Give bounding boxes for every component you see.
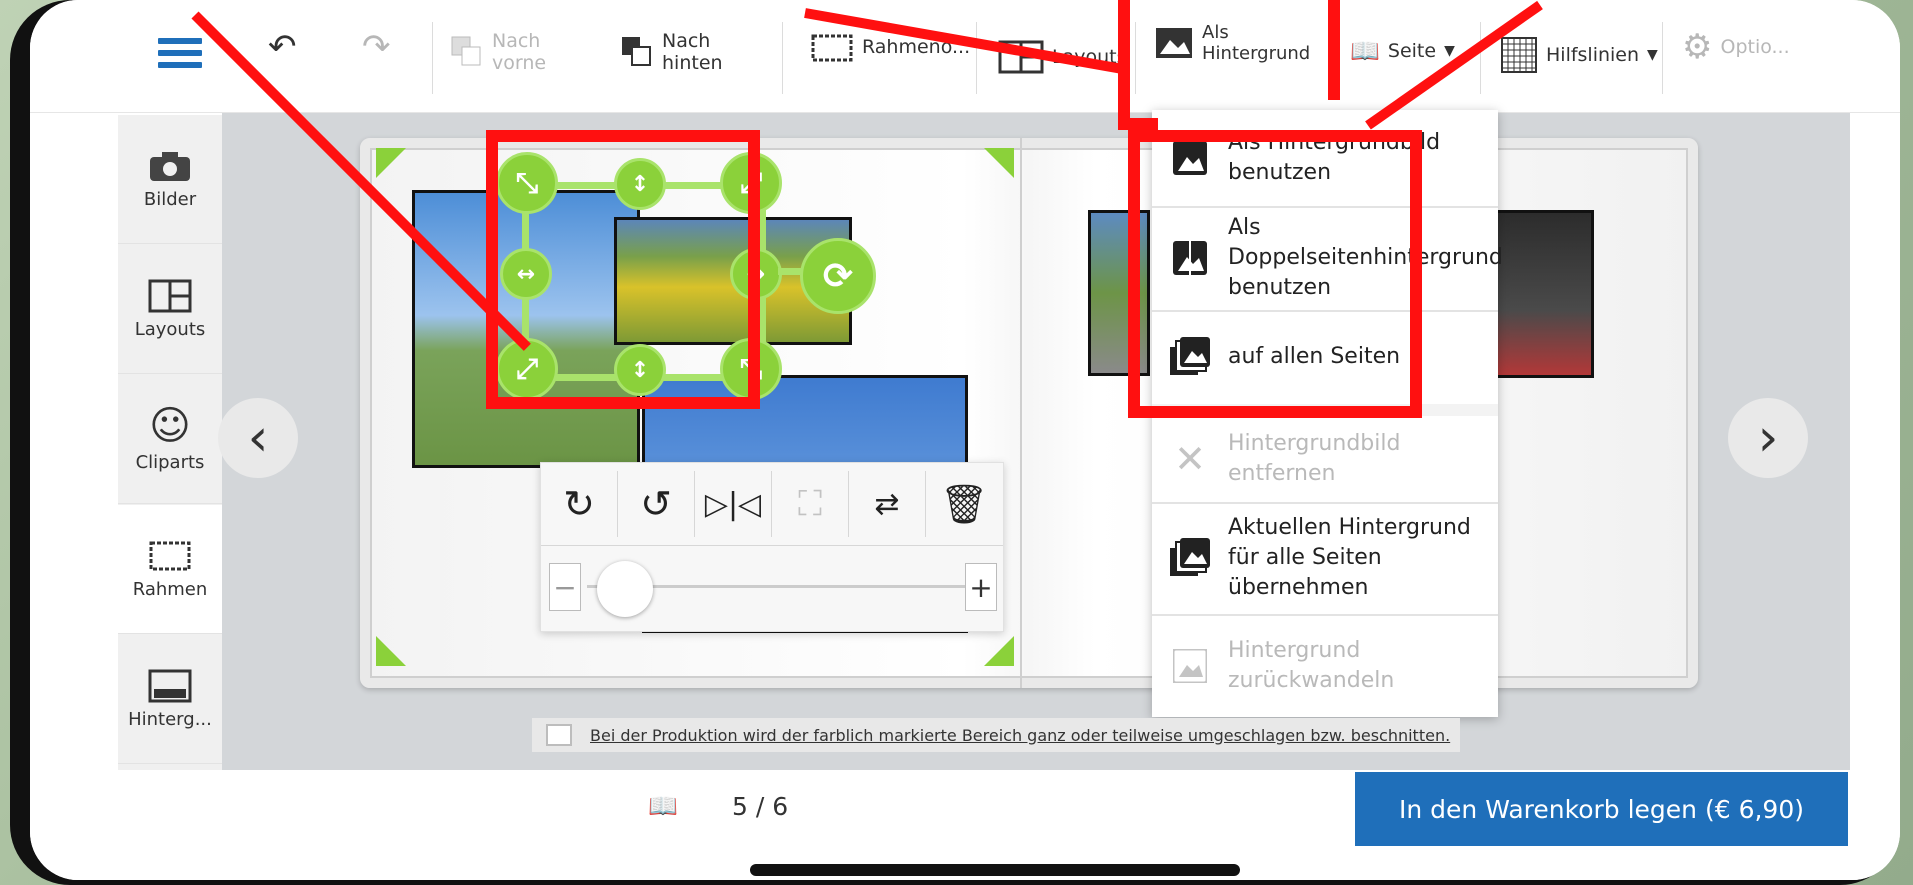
options-label: Optio...	[1720, 36, 1790, 58]
sidebar-item-rahmen[interactable]: Rahmen	[118, 505, 222, 634]
highlight-bracket-right	[1328, 0, 1340, 100]
add-to-cart-label: In den Warenkorb legen (€ 6,90)	[1399, 794, 1804, 824]
trim-notice-text: Bei der Produktion wird der farblich mar…	[590, 725, 1451, 745]
device-frame: ↶ ↷ Nach vorne Nach hinten Rahmeno... Layo…	[10, 0, 1900, 885]
zoom-slider-thumb[interactable]	[597, 561, 653, 617]
hamburger-icon[interactable]	[158, 32, 202, 74]
trim-notice-checkbox[interactable]	[546, 724, 572, 746]
frame-icon-2	[149, 541, 191, 570]
rotate-right-icon[interactable]: ↻	[541, 463, 617, 545]
zoom-in-button[interactable]: +	[965, 563, 997, 611]
sidebar: Bilder Layouts ☺ Cliparts Rahmen Hinterg…	[118, 115, 222, 770]
highlight-bracket-bottom	[1118, 118, 1158, 130]
prev-page-button[interactable]: ‹	[218, 398, 298, 478]
highlight-box-menu	[1128, 130, 1422, 418]
sidebar-item-label: Bilder	[143, 188, 197, 210]
photo-tools-panel: ↻ ↺ ▷|◁ ⛶ ⇄ 🗑 − +	[540, 462, 1004, 632]
send-backward-label-2: hinten	[662, 52, 723, 74]
panel-divider	[541, 545, 1003, 546]
options-button: ⚙ Optio...	[1682, 27, 1790, 67]
send-backward-icon	[622, 37, 651, 66]
revert-image-icon	[1170, 646, 1210, 686]
zoom-out-button[interactable]: −	[549, 563, 581, 611]
guides-label: Hilfslinien	[1546, 44, 1640, 66]
rotate-left-icon[interactable]: ↺	[618, 463, 694, 545]
menu-item-apply-current[interactable]: Aktuellen Hintergrund für alle Seiten über…	[1152, 502, 1498, 616]
menu-item-remove-background: ✕ Hintergrundbild entfernen	[1152, 416, 1498, 504]
flip-icon[interactable]: ▷|◁	[695, 463, 771, 545]
as-background-button[interactable]: Als Hintergrund	[1154, 22, 1310, 64]
send-backward-label: Nach	[662, 30, 711, 52]
background-icon-2	[148, 669, 192, 702]
page-button[interactable]: 📖 Seite ▼	[1350, 37, 1455, 65]
background-icon	[1156, 28, 1192, 58]
multi-image-icon-2	[1170, 538, 1210, 578]
add-to-cart-button[interactable]: In den Warenkorb legen (€ 6,90)	[1355, 772, 1848, 846]
sidebar-item-cliparts[interactable]: ☺ Cliparts	[118, 375, 222, 504]
corner-marker-3	[376, 636, 406, 666]
sidebar-item-bilder[interactable]: Bilder	[118, 115, 222, 244]
bring-forward-button: Nach vorne	[450, 30, 546, 74]
page-label: Seite	[1387, 40, 1437, 62]
page-indicator: 5 / 6	[732, 792, 789, 821]
grid-icon	[1501, 37, 1537, 73]
trash-icon[interactable]: 🗑	[926, 463, 1002, 545]
guides-button[interactable]: Hilfslinien ▼	[1500, 36, 1658, 74]
swap-icon[interactable]: ⇄	[849, 463, 925, 545]
menu-item-label: für alle Seiten	[1228, 545, 1382, 570]
send-backward-button[interactable]: Nach hinten	[620, 30, 723, 74]
layout-icon-2	[148, 279, 192, 312]
sidebar-item-label: Layouts	[134, 318, 206, 340]
menu-item-label: Aktuellen Hintergrund	[1228, 515, 1471, 540]
close-icon: ✕	[1174, 437, 1206, 481]
app-screen: ↶ ↷ Nach vorne Nach hinten Rahmeno... Layo…	[30, 0, 1900, 880]
menu-item-label: zurückwandeln	[1228, 667, 1395, 693]
page-spine	[1020, 138, 1022, 688]
home-indicator	[750, 864, 1240, 876]
smiley-icon: ☺	[149, 402, 191, 449]
sidebar-item-hintergrund[interactable]: Hinterg...	[118, 635, 222, 764]
sidebar-item-layouts[interactable]: Layouts	[118, 245, 222, 374]
book-icon-2: 📖	[648, 792, 678, 820]
redo-icon: ↷	[362, 27, 391, 67]
undo-icon[interactable]: ↶	[268, 30, 297, 64]
corner-marker	[376, 148, 406, 178]
bring-forward-label: Nach	[492, 30, 541, 52]
camera-icon	[150, 151, 190, 181]
menu-item-revert-background: Hintergrund zurückwandeln	[1152, 614, 1498, 717]
sidebar-item-label: Cliparts	[135, 451, 205, 473]
gear-icon: ⚙	[1682, 27, 1713, 67]
rotate-handle[interactable]: ⟳	[800, 238, 876, 314]
book-icon: 📖	[1350, 37, 1380, 65]
highlight-box-selection	[486, 130, 760, 409]
as-background-label-2: Hintergrund	[1202, 43, 1311, 64]
bring-forward-icon	[451, 36, 481, 66]
sidebar-item-label: Hinterg...	[128, 708, 212, 730]
menu-item-label: entfernen	[1228, 461, 1336, 486]
next-page-button[interactable]: ›	[1728, 398, 1808, 478]
frame-icon	[811, 34, 853, 62]
corner-marker-2	[984, 148, 1014, 178]
bring-forward-label-2: vorne	[492, 52, 547, 74]
as-background-label-1: Als	[1202, 22, 1229, 43]
toolbar: ↶ ↷ Nach vorne Nach hinten Rahmeno... Layo…	[30, 0, 1900, 113]
crop-icon: ⛶	[798, 484, 822, 524]
menu-item-label: übernehmen	[1228, 575, 1369, 600]
sidebar-item-label: Rahmen	[132, 578, 208, 600]
trim-notice: Bei der Produktion wird der farblich mar…	[532, 718, 1460, 752]
menu-item-label: Hintergrundbild	[1228, 431, 1401, 456]
menu-item-label: Hintergrund	[1228, 637, 1361, 663]
chevron-down-icon-2: ▼	[1647, 47, 1658, 63]
corner-marker-4	[984, 636, 1014, 666]
